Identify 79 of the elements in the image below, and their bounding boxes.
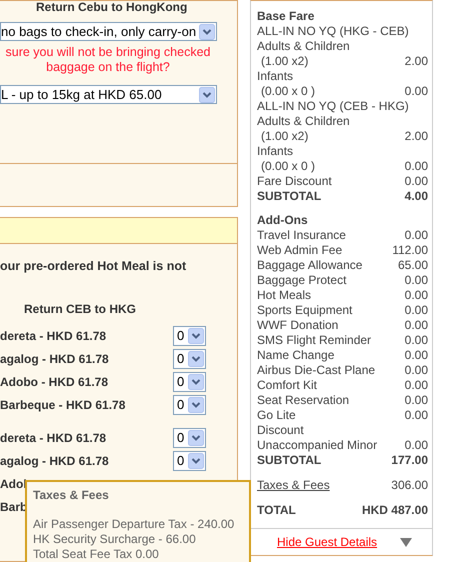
taxes-link[interactable]: Taxes & Fees [257, 478, 330, 493]
triangle-down-icon[interactable] [400, 538, 412, 546]
fee-amount: 0.00 [404, 318, 428, 333]
tooltip-title: Taxes & Fees [33, 488, 110, 502]
total-label: TOTAL [257, 503, 296, 518]
fee-label: Baggage Protect [257, 273, 346, 288]
fee-label: (1.00 x2) [260, 129, 308, 144]
fee-amount: 0.00 [404, 228, 428, 243]
fee-label: ALL-IN NO YQ (CEB - HKG) [257, 99, 409, 114]
fee-label: SMS Flight Reminder [257, 333, 372, 348]
fee-amount: 2.00 [404, 129, 428, 144]
taxes-amount: 306.00 [391, 478, 428, 493]
fee-amount: 0.00 [404, 333, 428, 348]
fee-label: Adults & Children [257, 39, 350, 54]
fee-amount: 112.00 [392, 243, 428, 258]
fee-amount: 0.00 [404, 273, 428, 288]
fee-label: Seat Reservation [257, 393, 350, 408]
fee-amount: 0.00 [404, 84, 428, 99]
fee-label: Web Admin Fee [257, 243, 342, 258]
fee-label: Fare Discount [257, 174, 332, 189]
dropdown[interactable]: 0 [173, 326, 206, 346]
fee-label: (1.00 x2) [260, 54, 308, 69]
fee-label: Sports Equipment [257, 303, 352, 318]
fee-label: Airbus Die-Cast Plane [257, 363, 376, 378]
route-heading: Return Cebu to HongKong [36, 1, 188, 14]
subtotal-amount: 177.00 [391, 453, 428, 468]
dropdown[interactable]: 0 [173, 372, 206, 392]
meal-label: Adobo - HKD 61.78 [0, 374, 108, 388]
meal-label: dereta - HKD 61.78 [0, 328, 106, 342]
fee-label: Infants [257, 144, 294, 159]
subtotal-label: SUBTOTAL [257, 453, 322, 468]
meal-label: Barbeque - HKD 61.78 [0, 398, 126, 412]
fee-amount: 65.00 [398, 258, 428, 273]
fee-label: Adults & Children [257, 114, 350, 129]
dropdown[interactable]: 0 [173, 450, 206, 470]
subtotal-amount: 4.00 [404, 189, 428, 204]
fee-label: Travel Insurance [257, 228, 346, 243]
fee-label: Discount [257, 423, 304, 438]
fee-amount: 0.00 [404, 348, 428, 363]
fee-amount: 0.00 [404, 363, 428, 378]
route-heading: Return CEB to HKG [24, 302, 137, 316]
meal-label: dereta - HKD 61.78 [0, 430, 106, 444]
dropdown[interactable]: no bags to check-in, only carry-on [0, 22, 217, 41]
meal-label: agalog - HKD 61.78 [0, 352, 109, 366]
warning-text: sure you will not be bringing checked baggage on the flight? [4, 45, 212, 75]
fee-label: Infants [257, 69, 294, 84]
fee-label: WWF Donation [257, 318, 338, 333]
fee-amount: 0.00 [404, 303, 428, 318]
fee-amount: 2.00 [404, 54, 428, 69]
dropdown[interactable]: L - up to 15kg at HKD 65.00 [0, 85, 217, 104]
total-amount: HKD 487.00 [362, 503, 428, 518]
tax-line: Total Seat Fee Tax 0.00 [33, 547, 160, 562]
fee-label: Hot Meals [257, 288, 312, 303]
fee-amount: 0.00 [404, 288, 428, 303]
fee-label: Comfort Kit [257, 378, 318, 393]
dropdown[interactable]: 0 [173, 348, 206, 368]
fee-label: (0.00 x 0 ) [260, 84, 316, 99]
fee-amount: 0.00 [404, 159, 428, 174]
fee-label: (0.00 x 0 ) [260, 159, 316, 174]
dropdown[interactable]: 0 [173, 394, 206, 414]
fee-amount: 0.00 [404, 438, 428, 453]
subtotal-label: SUBTOTAL [257, 189, 322, 204]
fee-amount: 0.00 [404, 408, 428, 423]
dropdown[interactable]: 0 [173, 428, 206, 448]
section-title: Add-Ons [257, 213, 309, 228]
fee-label: Name Change [257, 348, 334, 363]
fee-amount: 0.00 [404, 174, 428, 189]
fee-label: Go Lite [257, 408, 296, 423]
section-title: Base Fare [257, 9, 316, 24]
tax-line: HK Security Surcharge - 66.00 [33, 532, 197, 547]
fee-label: Baggage Allowance [257, 258, 362, 273]
hide-details-link[interactable]: Hide Guest Details [277, 535, 378, 549]
tax-line: Air Passenger Departure Tax - 240.00 [33, 517, 236, 532]
fee-amount: 0.00 [404, 393, 428, 408]
fee-label: ALL-IN NO YQ (HKG - CEB) [257, 24, 409, 39]
notice-text: our pre-ordered Hot Meal is not [0, 259, 188, 273]
meal-label: agalog - HKD 61.78 [0, 454, 109, 468]
fee-amount: 0.00 [404, 378, 428, 393]
fee-label: Unaccompanied Minor [257, 438, 378, 453]
